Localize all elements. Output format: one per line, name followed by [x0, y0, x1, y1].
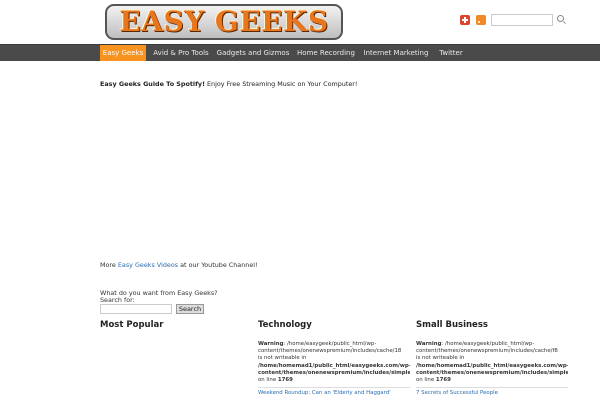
search-label: Search for: [100, 296, 135, 304]
technology-heading: Technology [258, 320, 312, 330]
most-popular-heading: Most Popular [100, 320, 164, 330]
warning-text: is not writeable in [416, 355, 465, 362]
warning-text: is not writeable in [258, 355, 307, 362]
warning-label: Warning [416, 341, 442, 347]
nav-item-avid-pro-tools[interactable]: Avid & Pro Tools [150, 45, 212, 61]
warning-line-prefix: on line [258, 377, 278, 384]
nav-item-gadgets-and-gizmos[interactable]: Gadgets and Gizmos [216, 45, 290, 61]
header-search-input[interactable] [491, 14, 553, 26]
more-suffix: at our Youtube Channel! [178, 261, 258, 269]
easy-geeks-videos-link[interactable]: Easy Geeks Videos [118, 261, 178, 269]
intro-line: Easy Geeks Guide To Spotify! Enjoy Free … [100, 80, 357, 88]
rss-icon[interactable] [476, 15, 486, 25]
search-input[interactable] [100, 304, 172, 314]
technology-column: Warning: /home/easygeek/public_html/wp- … [258, 341, 410, 400]
warning-path: content/themes/onenewspremium/includes/s… [416, 369, 568, 376]
search-icon[interactable] [557, 15, 564, 22]
warning-line-number: 1769 [277, 377, 293, 384]
divider [258, 387, 410, 389]
warning-path: content/themes/onenewspremium/includes/s… [258, 369, 410, 376]
warning-text: : /home/easygeek/public_html/wp- [441, 341, 535, 347]
post-link[interactable]: 7 Secrets of Successful People [416, 390, 568, 397]
main-nav: Easy Geeks Avid & Pro Tools Gadgets and … [0, 44, 600, 61]
warning-line-number: 1769 [435, 377, 451, 384]
site-header: EASY GEEKS [0, 0, 600, 44]
warning-line-prefix: on line [416, 377, 436, 384]
site-logo[interactable]: EASY GEEKS [104, 2, 344, 42]
small-business-heading: Small Business [416, 320, 488, 330]
more-videos-line: More Easy Geeks Videos at our Youtube Ch… [100, 261, 258, 269]
warning-text: content/themes/onenewspremium/includes/c… [258, 348, 402, 355]
divider [416, 387, 568, 389]
intro-title[interactable]: Easy Geeks Guide To Spotify! [100, 80, 205, 88]
nav-item-easy-geeks[interactable]: Easy Geeks [100, 45, 146, 61]
warning-path: /home/homemad1/public_html/easygeeks.com… [258, 362, 410, 369]
nav-item-twitter[interactable]: Twitter [434, 45, 468, 61]
warning-path: /home/homemad1/public_html/easygeeks.com… [416, 362, 568, 369]
warning-text: content/themes/onenewspremium/includes/c… [416, 348, 558, 355]
warning-label: Warning [258, 341, 284, 347]
post-link[interactable]: Weekend Roundup: Can an 'Elderly and Hag… [258, 390, 410, 397]
google-plus-icon[interactable] [460, 15, 470, 25]
warning-text: : /home/easygeek/public_html/wp- [283, 341, 377, 347]
nav-item-internet-marketing[interactable]: Internet Marketing [362, 45, 430, 61]
small-business-column: Warning: /home/easygeek/public_html/wp- … [416, 341, 568, 400]
logo-text: EASY GEEKS [119, 5, 329, 38]
search-button[interactable]: Search [176, 304, 204, 314]
more-prefix: More [100, 261, 118, 269]
intro-text: Enjoy Free Streaming Music on Your Compu… [204, 80, 358, 88]
nav-item-home-recording[interactable]: Home Recording [294, 45, 358, 61]
